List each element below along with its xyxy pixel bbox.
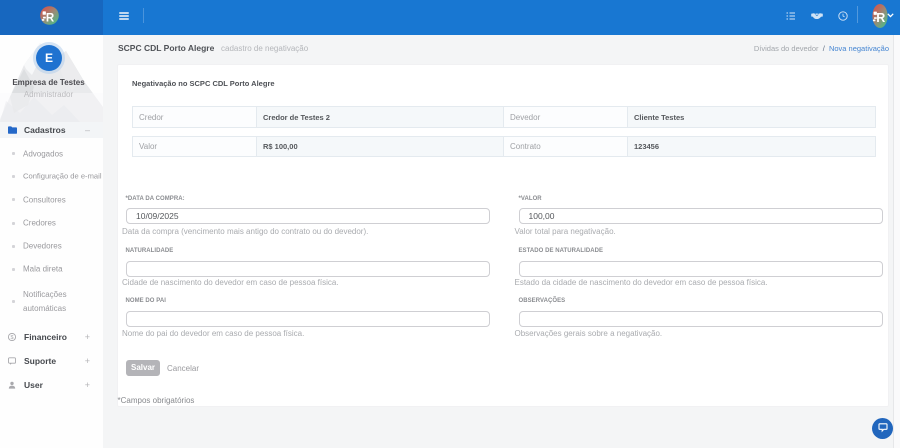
svg-text:R: R xyxy=(46,12,55,24)
svg-text:R: R xyxy=(876,11,885,25)
svg-text:$: $ xyxy=(11,335,14,341)
